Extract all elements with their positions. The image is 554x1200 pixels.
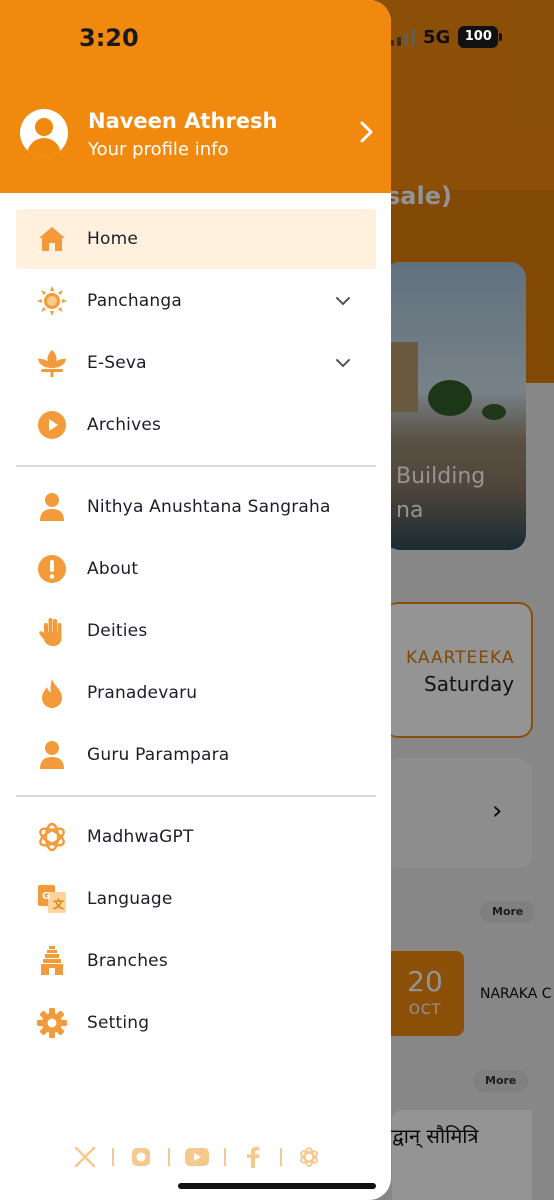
- openai-icon[interactable]: [296, 1144, 322, 1170]
- social-separator: [224, 1148, 226, 1166]
- facebook-icon[interactable]: [240, 1144, 266, 1170]
- menu-item-label: Setting: [87, 1013, 150, 1033]
- avatar[interactable]: [20, 109, 68, 157]
- chevron-right-icon[interactable]: [354, 120, 378, 144]
- menu-item-pranadevaru[interactable]: Pranadevaru: [16, 663, 376, 723]
- menu-item-about[interactable]: About: [16, 539, 376, 599]
- menu-item-label: Panchanga: [87, 291, 183, 311]
- battery-icon: 100: [458, 26, 503, 48]
- menu-item-guru-parampara[interactable]: Guru Parampara: [16, 725, 376, 785]
- navigation-drawer: 3:20 Naveen Athresh Your profile info Ho…: [0, 0, 391, 1200]
- menu-item-label: About: [87, 559, 139, 579]
- menu-item-nithya-anushtana-sangraha[interactable]: Nithya Anushtana Sangraha: [16, 477, 376, 537]
- menu-item-label: Guru Parampara: [87, 745, 230, 765]
- menu-item-label: Language: [87, 889, 173, 909]
- chevron-down-icon[interactable]: [334, 354, 352, 372]
- sun-icon: [36, 285, 68, 317]
- gear-icon: [36, 1007, 68, 1039]
- translate-icon: G 文: [36, 883, 68, 915]
- svg-text:G: G: [42, 891, 50, 902]
- svg-text:文: 文: [53, 897, 65, 911]
- menu-item-branches[interactable]: Branches: [16, 931, 376, 991]
- menu-item-e-seva[interactable]: E-Seva: [16, 333, 376, 393]
- social-links: [72, 1144, 322, 1170]
- menu-item-label: Home: [87, 229, 139, 249]
- menu-item-label: MadhwaGPT: [87, 827, 194, 847]
- social-separator: [112, 1148, 114, 1166]
- menu-item-language[interactable]: G 文 Language: [16, 869, 376, 929]
- menu-item-label: Branches: [87, 951, 168, 971]
- temple-icon: [36, 945, 68, 977]
- menu-item-setting[interactable]: Setting: [16, 993, 376, 1053]
- person-icon: [36, 739, 68, 771]
- menu-item-home[interactable]: Home: [16, 209, 376, 269]
- status-bar-right: 5G 100: [390, 26, 503, 48]
- hand-icon: [36, 615, 68, 647]
- menu-divider: [16, 465, 376, 467]
- home-indicator[interactable]: [178, 1183, 376, 1189]
- play-circle-icon: [36, 409, 68, 441]
- status-time: 3:20: [79, 24, 139, 52]
- menu-item-madhwagpt[interactable]: MadhwaGPT: [16, 807, 376, 867]
- flame-icon: [36, 677, 68, 709]
- menu-item-label: E-Seva: [87, 353, 147, 373]
- menu-item-label: Archives: [87, 415, 162, 435]
- info-icon: [36, 553, 68, 585]
- menu-item-label: Deities: [87, 621, 148, 641]
- person-icon: [36, 491, 68, 523]
- x-icon[interactable]: [72, 1144, 98, 1170]
- chevron-down-icon[interactable]: [334, 292, 352, 310]
- menu-item-label: Pranadevaru: [87, 683, 198, 703]
- signal-icon: [390, 28, 415, 46]
- menu-item-panchanga[interactable]: Panchanga: [16, 271, 376, 331]
- openai-icon: [36, 821, 68, 853]
- profile-name: Naveen Athresh: [88, 109, 278, 133]
- home-icon: [36, 223, 68, 255]
- profile-subtitle: Your profile info: [88, 139, 229, 160]
- menu-divider: [16, 795, 376, 797]
- menu-item-label: Nithya Anushtana Sangraha: [87, 497, 331, 517]
- social-separator: [280, 1148, 282, 1166]
- instagram-icon[interactable]: [128, 1144, 154, 1170]
- social-separator: [168, 1148, 170, 1166]
- menu-item-deities[interactable]: Deities: [16, 601, 376, 661]
- drawer-header[interactable]: 3:20 Naveen Athresh Your profile info: [0, 0, 391, 193]
- lotus-icon: [36, 347, 68, 379]
- menu-item-archives[interactable]: Archives: [16, 395, 376, 455]
- youtube-icon[interactable]: [184, 1144, 210, 1170]
- network-label: 5G: [423, 26, 451, 48]
